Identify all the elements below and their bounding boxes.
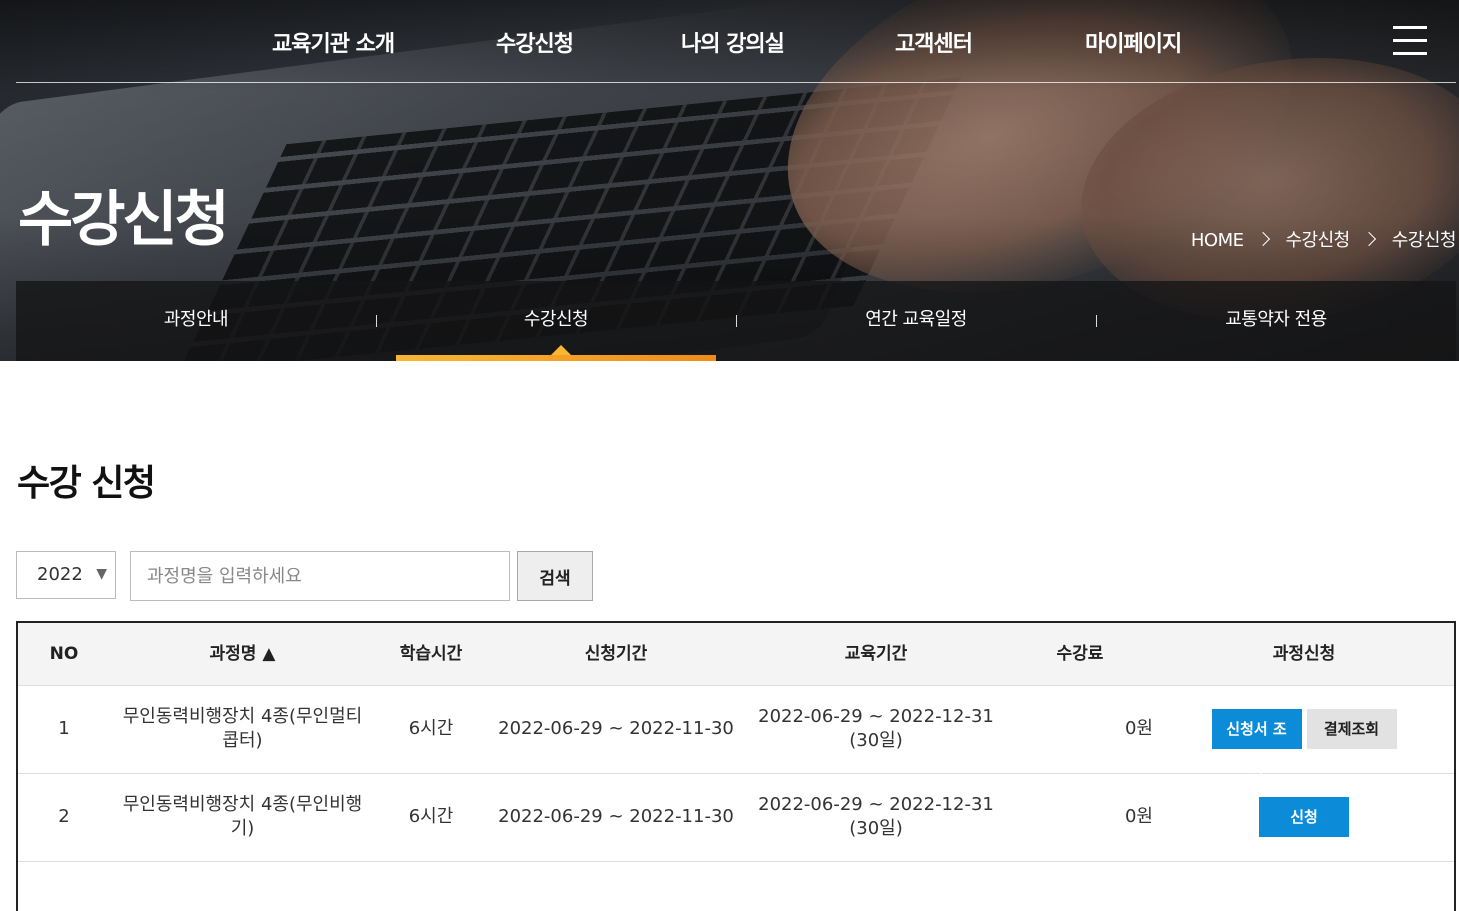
view-application-button[interactable]: 신청서 조회 [1211, 709, 1302, 778]
cell-edu-period: 2022-06-29 ~ 2022-12-31 (30일) [745, 685, 1007, 773]
cell-apply-period: 2022-06-29 ~ 2022-11-30 [498, 718, 734, 739]
header-course-name[interactable]: 과정명 ▲ [110, 623, 375, 685]
year-select-value: 2022 [37, 564, 83, 585]
table-header: NO 과정명 ▲ 학습시간 신청기간 교육기간 수강료 과정신청 [18, 623, 1454, 686]
header-apply: 과정신청 [1272, 644, 1336, 664]
cell-fee: 0원 [1124, 718, 1153, 739]
subnav-item-accessibility[interactable]: 교통약자 전용 [1096, 281, 1456, 361]
cell-course-name[interactable]: 무인동력비행장치 4종(무인멀티 콥터) [110, 685, 375, 773]
nav-item-customer-center[interactable]: 고객센터 [895, 26, 973, 58]
table-row: 2 무인동력비행장치 4종(무인비행 기) 6시간 2022-06-29 ~ 2… [18, 773, 1454, 862]
nav-item-about[interactable]: 교육기관 소개 [272, 26, 395, 58]
course-name-line: 무인동력비행장치 4종(무인비행 [122, 794, 363, 815]
table-row [18, 861, 1454, 911]
table-row: 1 무인동력비행장치 4종(무인멀티 콥터) 6시간 2022-06-29 ~ … [18, 685, 1454, 778]
edu-period-days: (30일) [849, 818, 903, 839]
header-study-hours: 학습시간 [399, 644, 463, 664]
payment-inquiry-button[interactable]: 결제조회 [1306, 709, 1397, 749]
course-name-line: 기) [230, 818, 255, 839]
cell-no: 2 [58, 806, 70, 827]
top-navigation: 교육기관 소개 수강신청 나의 강의실 고객센터 마이페이지 [16, 0, 1456, 83]
section-heading: 수강 신청 [17, 463, 156, 504]
sub-navigation: 과정안내 수강신청 연간 교육일정 교통약자 전용 [16, 281, 1456, 361]
cell-no: 1 [58, 718, 70, 739]
header-no: NO [49, 644, 79, 664]
edu-period-days: (30일) [849, 730, 903, 751]
edu-period-dates: 2022-06-29 ~ 2022-12-31 [758, 706, 994, 727]
chevron-right-icon [1361, 231, 1376, 247]
nav-item-my-classroom[interactable]: 나의 강의실 [681, 26, 785, 58]
hero-banner: 교육기관 소개 수강신청 나의 강의실 고객센터 마이페이지 수강신청 HOME… [0, 0, 1459, 361]
cell-study-hours: 6시간 [408, 806, 454, 827]
chevron-right-icon [1255, 231, 1270, 247]
cell-fee: 0원 [1124, 806, 1153, 827]
subnav-item-annual-schedule[interactable]: 연간 교육일정 [736, 281, 1096, 361]
course-name-line: 콥터) [222, 730, 263, 751]
year-select[interactable]: 2022 ▼ [16, 551, 116, 599]
nav-item-enrollment[interactable]: 수강신청 [496, 26, 574, 58]
course-table: NO 과정명 ▲ 학습시간 신청기간 교육기간 수강료 과정신청 1 무인동력비… [16, 621, 1456, 911]
breadcrumb-current: 수강신청 [1391, 230, 1457, 251]
header-fee: 수강료 [1056, 644, 1104, 664]
cell-course-name[interactable]: 무인동력비행장치 4종(무인비행 기) [110, 773, 375, 861]
search-button[interactable]: 검색 [517, 551, 593, 601]
subnav-active-indicator [396, 355, 716, 361]
cell-apply: 신청서 조회 결제조회 [1153, 685, 1454, 778]
hamburger-menu-icon[interactable] [1393, 26, 1427, 56]
edu-period-dates: 2022-06-29 ~ 2022-12-31 [758, 794, 994, 815]
page-title: 수강신청 [18, 185, 230, 255]
apply-button[interactable]: 신청 [1259, 797, 1349, 837]
breadcrumb-home[interactable]: HOME [1191, 230, 1244, 251]
cell-apply-period: 2022-06-29 ~ 2022-11-30 [498, 806, 734, 827]
header-edu-period: 교육기간 [844, 644, 908, 664]
cell-study-hours: 6시간 [408, 718, 454, 739]
breadcrumb: HOME 수강신청 수강신청 [1191, 226, 1457, 252]
header-apply-period: 신청기간 [584, 644, 648, 664]
nav-item-mypage[interactable]: 마이페이지 [1085, 26, 1182, 58]
subnav-item-course-guide[interactable]: 과정안내 [16, 281, 376, 361]
breadcrumb-item[interactable]: 수강신청 [1286, 230, 1351, 251]
dropdown-arrow-icon: ▼ [96, 566, 107, 582]
cell-edu-period: 2022-06-29 ~ 2022-12-31 (30일) [745, 773, 1007, 861]
course-search-input[interactable] [130, 551, 510, 601]
course-name-line: 무인동력비행장치 4종(무인멀티 [122, 706, 363, 727]
cell-apply: 신청 [1153, 773, 1454, 861]
